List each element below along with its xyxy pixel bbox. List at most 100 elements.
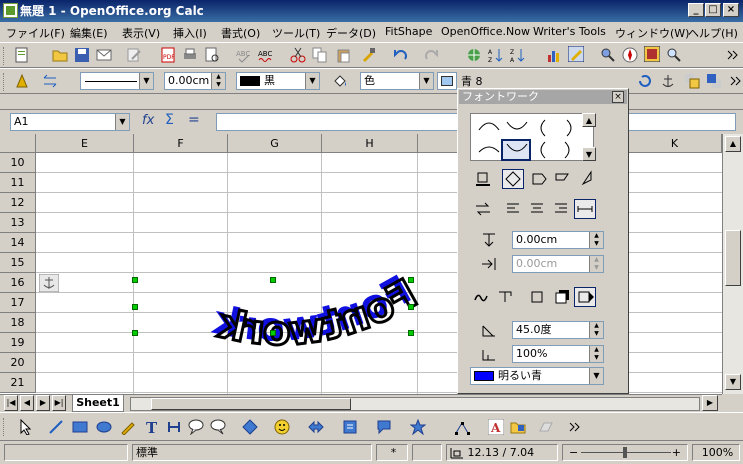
row-header-17[interactable]: 17	[0, 293, 36, 313]
stars-icon[interactable]	[410, 419, 426, 435]
new-document-icon[interactable]	[14, 47, 30, 63]
first-sheet-icon[interactable]: |◀	[4, 395, 18, 411]
function-equals-icon[interactable]: =	[188, 112, 200, 128]
column-header-e[interactable]: E	[36, 134, 134, 153]
undo-icon[interactable]	[392, 47, 408, 63]
selection-handle[interactable]	[408, 277, 414, 283]
text-tool-icon[interactable]: T	[144, 419, 160, 435]
autosize-text-icon[interactable]	[574, 199, 596, 219]
toolbar-overflow-icon[interactable]	[566, 419, 582, 435]
fontwork-off-icon[interactable]	[472, 169, 494, 189]
send-to-back-icon[interactable]	[706, 73, 722, 89]
menu-insert[interactable]: 挿入(I)	[173, 25, 207, 41]
zoom-icon[interactable]	[666, 47, 682, 63]
line-tool-icon[interactable]	[48, 419, 64, 435]
upright-icon[interactable]	[528, 169, 550, 189]
slant-vertical-icon[interactable]	[576, 169, 598, 189]
contour-icon[interactable]	[470, 287, 492, 307]
export-pdf-icon[interactable]: PDF	[160, 47, 176, 63]
callouts-icon[interactable]	[376, 419, 392, 435]
spin-arrows-icon[interactable]: ▲ ▼	[589, 322, 603, 338]
points-icon[interactable]	[454, 419, 470, 435]
basic-shapes-icon[interactable]	[242, 419, 258, 435]
line-style-select[interactable]: ▼	[80, 72, 154, 90]
menu-openoffice-now[interactable]: OpenOffice.Now	[441, 25, 530, 38]
shape-palette[interactable]	[470, 113, 594, 161]
column-header-k[interactable]: K	[628, 134, 722, 153]
sort-descending-icon[interactable]: ZA	[510, 47, 526, 63]
menu-data[interactable]: データ(D)	[326, 25, 376, 41]
area-fill-bucket-icon[interactable]	[332, 73, 348, 89]
selection-handle[interactable]	[270, 277, 276, 283]
prev-sheet-icon[interactable]: ◀	[20, 395, 34, 411]
zoom-slider[interactable]: − +	[562, 444, 688, 461]
menu-view[interactable]: 表示(V)	[122, 25, 160, 41]
format-paintbrush-icon[interactable]	[360, 47, 376, 63]
callout-tool-icon[interactable]	[188, 419, 204, 435]
row-header-14[interactable]: 14	[0, 233, 36, 253]
row-header-13[interactable]: 13	[0, 213, 36, 233]
show-draw-functions-icon[interactable]	[568, 46, 584, 62]
print-icon[interactable]	[182, 47, 198, 63]
block-arrows-icon[interactable]	[308, 419, 324, 435]
spellcheck-icon[interactable]: ABC	[236, 47, 252, 63]
area-style-select[interactable]: 色 ▼	[360, 72, 434, 90]
extrusion-toggle-icon[interactable]	[538, 419, 554, 435]
row-header-10[interactable]: 10	[0, 153, 36, 173]
symbol-shapes-icon[interactable]	[274, 419, 290, 435]
spin-arrows-icon[interactable]: ▲ ▼	[589, 232, 603, 248]
find-replace-icon[interactable]	[600, 47, 616, 63]
select-all-corner[interactable]	[0, 134, 36, 153]
scroll-right-icon[interactable]: ▶	[702, 395, 718, 411]
column-header-h[interactable]: H	[322, 134, 418, 153]
menu-format[interactable]: 書式(O)	[221, 25, 260, 41]
slant-horizontal-icon[interactable]	[552, 169, 574, 189]
row-header-15[interactable]: 15	[0, 253, 36, 273]
text-frame-icon[interactable]	[494, 287, 516, 307]
last-sheet-icon[interactable]: ▶|	[52, 395, 66, 411]
redo-icon[interactable]	[424, 47, 440, 63]
vertical-scrollbar[interactable]: ▲ ▼	[722, 134, 743, 394]
orientation-icon[interactable]	[472, 199, 494, 219]
row-header-12[interactable]: 12	[0, 193, 36, 213]
indent-field[interactable]: 0.00cm ▲ ▼	[512, 255, 604, 273]
shadow-angle-field[interactable]: 45.0度 ▲ ▼	[512, 321, 604, 339]
paste-icon[interactable]	[336, 47, 352, 63]
toolbar-overflow-icon[interactable]	[724, 47, 740, 63]
page-preview-icon[interactable]	[204, 47, 220, 63]
line-arrow-style-icon[interactable]	[42, 73, 58, 89]
sheet-tab-sheet1[interactable]: Sheet1	[72, 395, 124, 412]
name-box[interactable]: A1 ▼	[10, 113, 130, 131]
flowchart-icon[interactable]	[342, 419, 358, 435]
fontwork-gallery-icon[interactable]: A	[488, 419, 504, 435]
shadow-off-icon[interactable]	[526, 287, 548, 307]
insert-chart-icon[interactable]	[546, 47, 562, 63]
save-icon[interactable]	[74, 47, 90, 63]
shadow-size-field[interactable]: 100% ▲ ▼	[512, 345, 604, 363]
spin-arrows-icon[interactable]: ▲ ▼	[211, 73, 225, 89]
line-width-field[interactable]: 0.00cm ▲ ▼	[164, 72, 226, 90]
navigator-icon[interactable]	[622, 47, 638, 63]
next-sheet-icon[interactable]: ▶	[36, 395, 50, 411]
scroll-down-icon[interactable]: ▼	[725, 374, 741, 390]
select-arrow-icon[interactable]	[18, 419, 34, 435]
ellipse-tool-icon[interactable]	[96, 419, 112, 435]
column-header-f[interactable]: F	[134, 134, 228, 153]
hyperlink-icon[interactable]	[466, 47, 482, 63]
vertical-text-icon[interactable]	[166, 419, 182, 435]
rectangle-tool-icon[interactable]	[72, 419, 88, 435]
edit-points-icon[interactable]	[14, 73, 30, 89]
gallery-icon[interactable]	[644, 46, 660, 62]
selection-handle[interactable]	[132, 330, 138, 336]
copy-icon[interactable]	[312, 47, 328, 63]
area-color-select[interactable]	[437, 72, 457, 90]
bring-to-front-icon[interactable]	[684, 73, 700, 89]
sort-ascending-icon[interactable]: AZ	[488, 47, 504, 63]
palette-scroll-up-icon[interactable]: ▲	[582, 113, 596, 127]
shadow-slanted-icon[interactable]	[574, 287, 596, 307]
menu-help[interactable]: ヘルプ(H)	[688, 25, 738, 41]
open-folder-icon[interactable]	[52, 47, 68, 63]
menu-file[interactable]: ファイル(F)	[6, 25, 65, 41]
menu-writers-tools[interactable]: Writer's Tools	[533, 25, 606, 38]
menu-fitshape[interactable]: FitShape	[385, 25, 432, 38]
